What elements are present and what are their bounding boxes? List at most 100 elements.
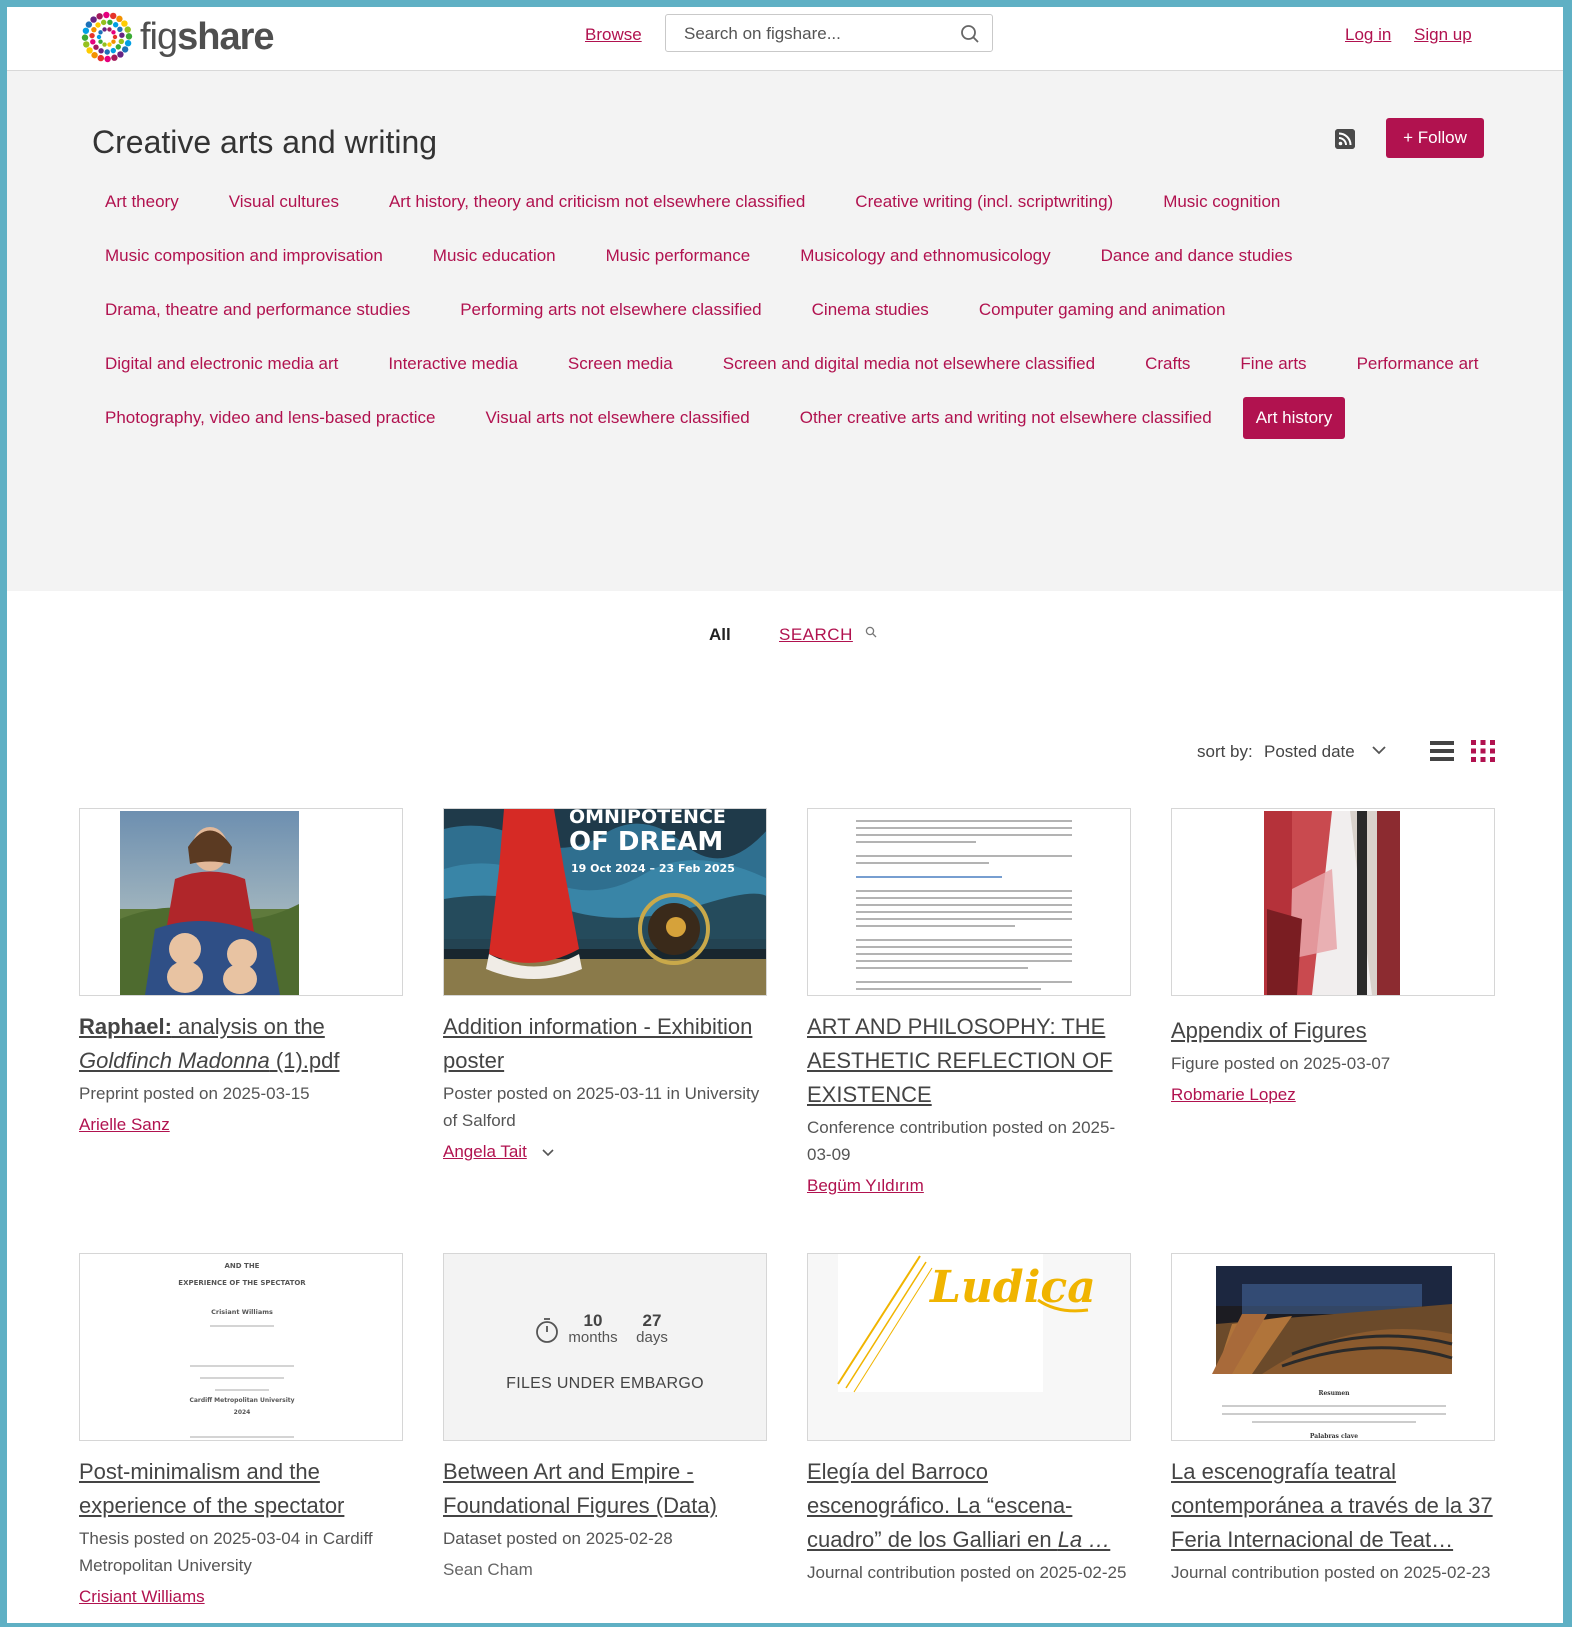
- item-title[interactable]: Elegía del Barroco escenográfico. La “es…: [807, 1455, 1131, 1557]
- login-link[interactable]: Log in: [1345, 25, 1391, 45]
- item-title[interactable]: Between Art and Empire - Foundational Fi…: [443, 1455, 767, 1523]
- browse-link[interactable]: Browse: [585, 25, 642, 45]
- embargo-days: 27 days: [636, 1311, 668, 1346]
- tab-all[interactable]: All: [709, 625, 731, 645]
- thesis-title-line1: AND THE: [225, 1262, 260, 1270]
- thesis-thumbnail: AND THE EXPERIENCE OF THE SPECTATOR Cris…: [80, 1254, 402, 1440]
- chevron-down-icon[interactable]: [541, 1148, 555, 1158]
- category-tag[interactable]: Photography, video and lens-based practi…: [86, 397, 454, 439]
- author-link[interactable]: Crisiant Williams: [79, 1583, 205, 1610]
- item-title[interactable]: Raphael: analysis on the Goldfinch Madon…: [79, 1010, 403, 1078]
- category-tag[interactable]: Creative writing (incl. scriptwriting): [836, 181, 1132, 223]
- item-meta: Figure posted on 2025-03-07: [1171, 1054, 1391, 1073]
- embargo-months: 10 months: [568, 1311, 618, 1346]
- item-thumbnail[interactable]: [807, 808, 1131, 996]
- signup-link[interactable]: Sign up: [1414, 25, 1472, 45]
- journal-logo: Ludica: [928, 1262, 1096, 1313]
- page-title: Creative arts and writing: [92, 124, 438, 160]
- page: figshare Browse Log in Sign up Creative …: [7, 7, 1563, 1623]
- figure-thumbnail: [1172, 809, 1494, 995]
- item-title[interactable]: La escenografía teatral contemporánea a …: [1171, 1455, 1495, 1557]
- item-meta: Journal contribution posted on 2025-02-2…: [807, 1563, 1127, 1582]
- item-meta: Journal contribution posted on 2025-02-2…: [1171, 1563, 1491, 1582]
- author-link[interactable]: Angela Tait: [443, 1138, 527, 1165]
- sort-label: sort by:: [1197, 742, 1253, 761]
- search-input[interactable]: [682, 23, 956, 45]
- category-tag[interactable]: Fine arts: [1221, 343, 1325, 385]
- figshare-logo-icon: [81, 11, 133, 63]
- search-field[interactable]: [665, 14, 993, 52]
- author-link[interactable]: Robmarie Lopez: [1171, 1081, 1296, 1108]
- item-thumbnail[interactable]: Ludica: [807, 1253, 1131, 1441]
- thesis-title-line2: EXPERIENCE OF THE SPECTATOR: [178, 1279, 306, 1287]
- item-title[interactable]: ART AND PHILOSOPHY: THE AESTHETIC REFLEC…: [807, 1010, 1131, 1112]
- category-tag[interactable]: Cinema studies: [793, 289, 948, 331]
- category-tag[interactable]: Digital and electronic media art: [86, 343, 357, 385]
- item-thumbnail[interactable]: OMNIPOTENCE OF DREAM 19 Oct 2024 – 23 Fe…: [443, 808, 767, 996]
- category-tag[interactable]: Dance and dance studies: [1082, 235, 1312, 277]
- thesis-year: 2024: [234, 1409, 251, 1416]
- subcategory-tags: Art theory Visual cultures Art history, th…: [86, 181, 1516, 439]
- item-thumbnail[interactable]: Resumen Palabras clave: [1171, 1253, 1495, 1441]
- rss-icon[interactable]: [1335, 129, 1355, 149]
- category-tag[interactable]: Music education: [414, 235, 575, 277]
- category-tag[interactable]: Music performance: [587, 235, 770, 277]
- category-tag[interactable]: Art history: [1242, 397, 1346, 439]
- follow-button[interactable]: + Follow: [1386, 118, 1484, 158]
- category-tag[interactable]: Performing arts not elsewhere classified: [441, 289, 780, 331]
- item-card: OMNIPOTENCE OF DREAM 19 Oct 2024 – 23 Fe…: [443, 808, 767, 1165]
- search-icon[interactable]: [960, 24, 980, 44]
- category-tag[interactable]: Computer gaming and animation: [960, 289, 1245, 331]
- logo-wordmark: figshare: [140, 16, 275, 58]
- item-thumbnail[interactable]: AND THE EXPERIENCE OF THE SPECTATOR Cris…: [79, 1253, 403, 1441]
- author-link[interactable]: Arielle Sanz: [79, 1111, 170, 1138]
- list-view-icon[interactable]: [1430, 740, 1454, 762]
- top-navigation: figshare Browse Log in Sign up: [7, 7, 1563, 71]
- item-thumbnail[interactable]: 10 months 27 days FILES UNDER EMBARGO: [443, 1253, 767, 1441]
- sort-select[interactable]: Posted date: [1264, 742, 1355, 762]
- thesis-author: Crisiant Williams: [211, 1308, 273, 1316]
- item-card: 10 months 27 days FILES UNDER EMBARGO Be…: [443, 1253, 767, 1583]
- item-thumbnail[interactable]: [1171, 808, 1495, 996]
- category-tag[interactable]: Screen media: [549, 343, 692, 385]
- item-card: Raphael: analysis on the Goldfinch Madon…: [79, 808, 403, 1138]
- category-tag[interactable]: Art theory: [86, 181, 198, 223]
- search-icon[interactable]: [865, 626, 877, 638]
- author-name: Sean Cham: [443, 1560, 533, 1579]
- item-card: Resumen Palabras clave La escenografía t…: [1171, 1253, 1495, 1586]
- item-title[interactable]: Addition information - Exhibition poster: [443, 1010, 767, 1078]
- item-card: Appendix of Figures Figure posted on 202…: [1171, 808, 1495, 1108]
- theatre-thumbnail: Resumen Palabras clave: [1172, 1254, 1494, 1440]
- grid-view-icon[interactable]: [1471, 740, 1495, 762]
- poster-title-line2: OF DREAM: [569, 827, 723, 857]
- painting-thumbnail: [120, 811, 299, 995]
- category-tag[interactable]: Visual arts not elsewhere classified: [466, 397, 768, 439]
- author-link[interactable]: Begüm Yıldırım: [807, 1172, 924, 1199]
- category-tag[interactable]: Crafts: [1126, 343, 1209, 385]
- embargo-label: FILES UNDER EMBARGO: [506, 1375, 704, 1392]
- category-tag[interactable]: Interactive media: [369, 343, 536, 385]
- category-tag[interactable]: Drama, theatre and performance studies: [86, 289, 429, 331]
- item-card: AND THE EXPERIENCE OF THE SPECTATOR Cris…: [79, 1253, 403, 1610]
- category-tag[interactable]: Other creative arts and writing not else…: [781, 397, 1231, 439]
- item-thumbnail[interactable]: [79, 808, 403, 996]
- category-tag[interactable]: Performance art: [1338, 343, 1498, 385]
- figshare-logo[interactable]: figshare: [78, 10, 275, 64]
- category-tag[interactable]: Art history, theory and criticism not el…: [370, 181, 824, 223]
- item-title[interactable]: Appendix of Figures: [1171, 1014, 1495, 1048]
- item-meta: Poster posted on 2025-03-11 in Universit…: [443, 1084, 760, 1130]
- poster-dates: 19 Oct 2024 – 23 Feb 2025: [571, 862, 735, 875]
- thesis-university: Cardiff Metropolitan University: [189, 1397, 294, 1404]
- item-meta: Preprint posted on 2025-03-15: [79, 1084, 310, 1103]
- category-tag[interactable]: Visual cultures: [210, 181, 358, 223]
- item-meta: Thesis posted on 2025-03-04 in Cardiff M…: [79, 1529, 373, 1575]
- category-tag[interactable]: Screen and digital media not elsewhere c…: [704, 343, 1114, 385]
- category-tag[interactable]: Music cognition: [1144, 181, 1299, 223]
- chevron-down-icon[interactable]: [1371, 744, 1387, 756]
- item-title[interactable]: Post-minimalism and the experience of th…: [79, 1455, 403, 1523]
- poster-thumbnail: OMNIPOTENCE OF DREAM 19 Oct 2024 – 23 Fe…: [444, 809, 766, 995]
- tab-search[interactable]: SEARCH: [779, 625, 853, 645]
- category-tag[interactable]: Musicology and ethnomusicology: [781, 235, 1069, 277]
- category-tag[interactable]: Music composition and improvisation: [86, 235, 402, 277]
- item-card: ART AND PHILOSOPHY: THE AESTHETIC REFLEC…: [807, 808, 1131, 1199]
